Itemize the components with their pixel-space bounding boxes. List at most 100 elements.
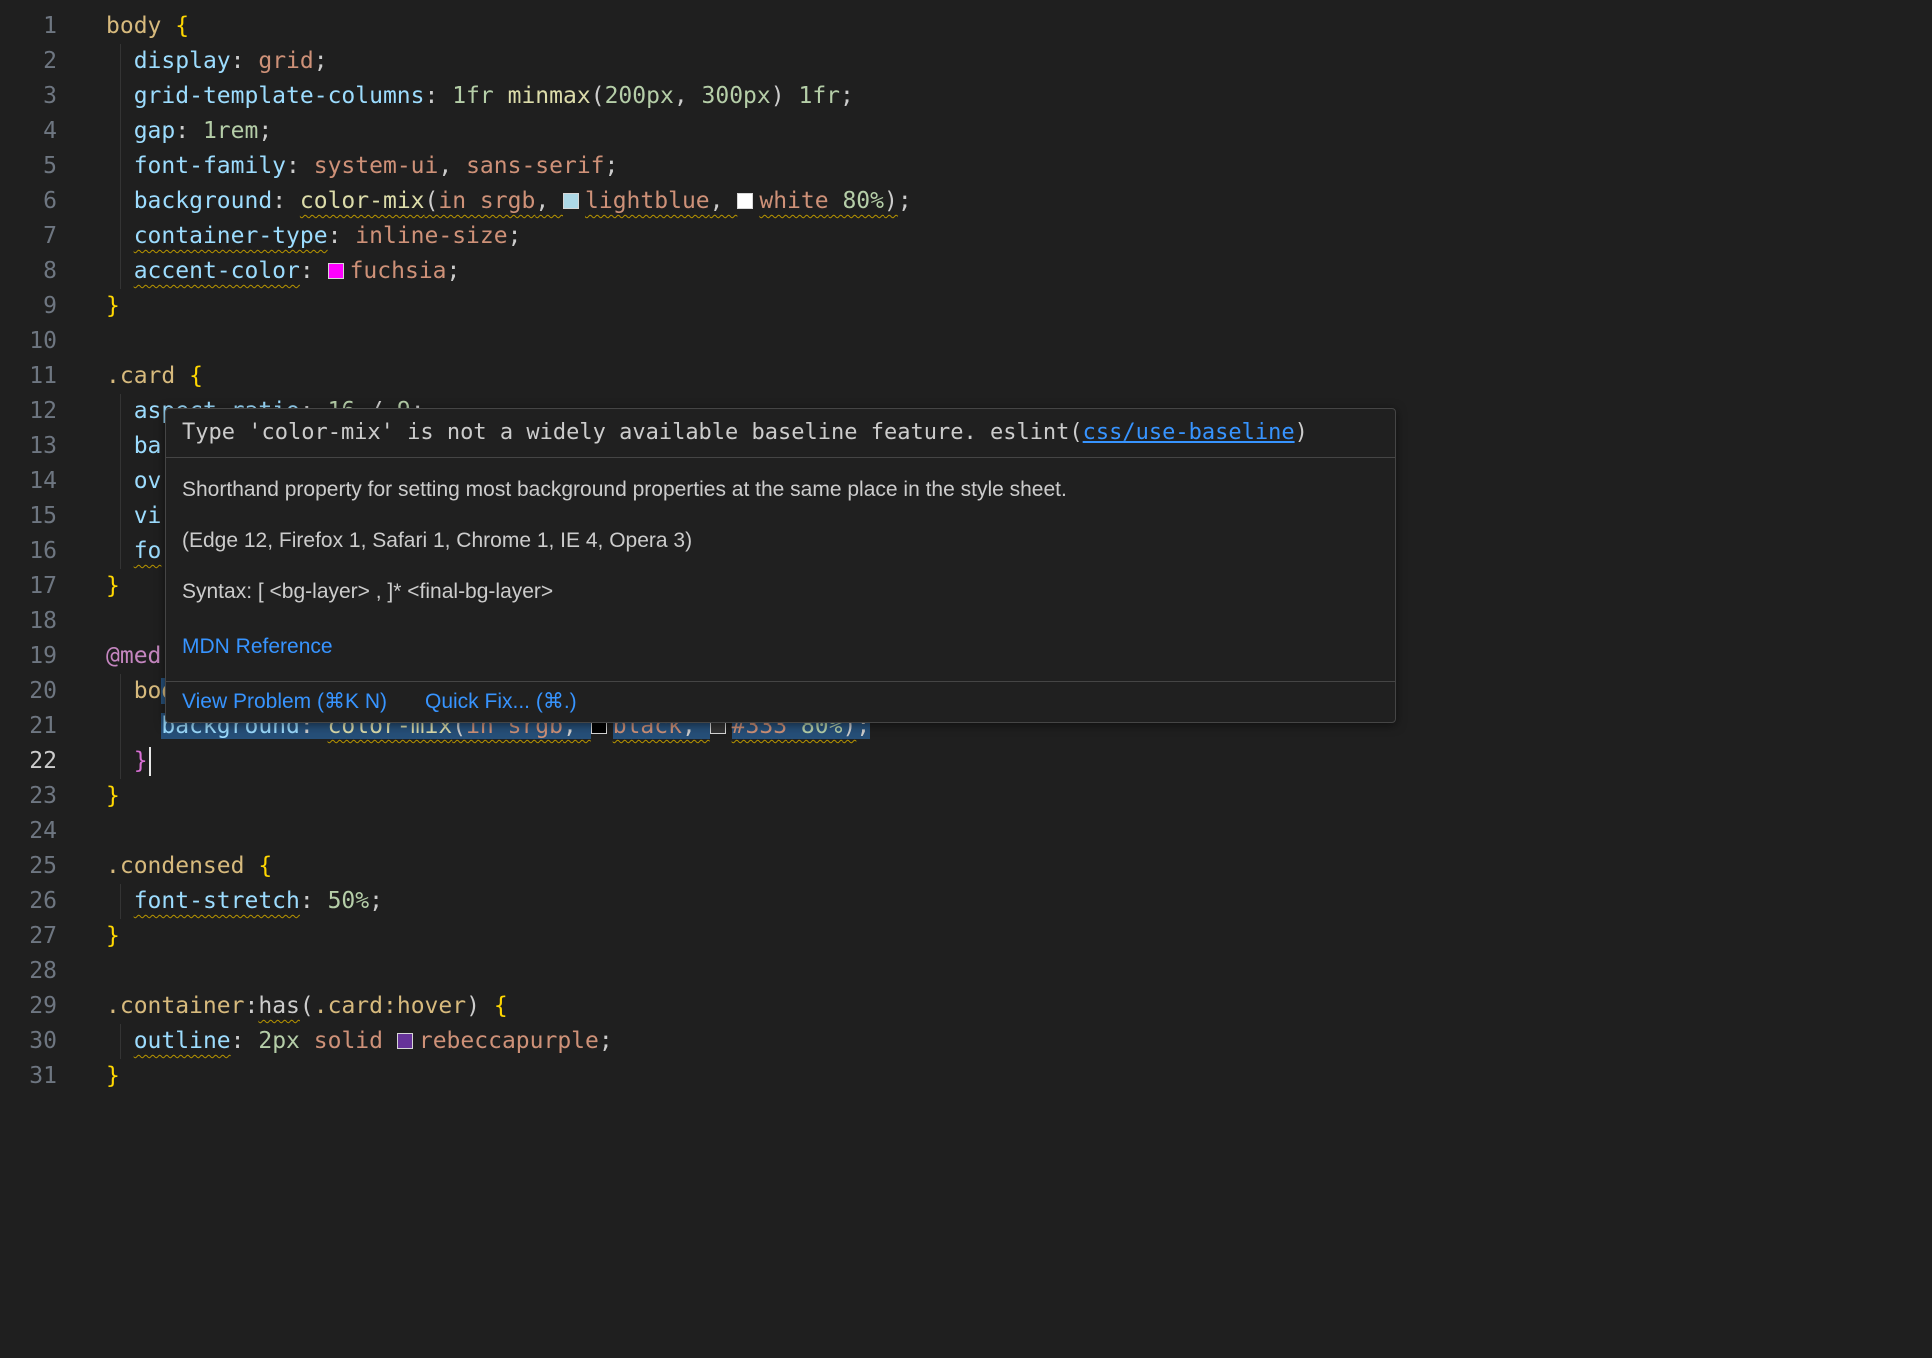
- code-token: in srgb: [438, 188, 535, 214]
- line-number[interactable]: 7: [0, 219, 57, 254]
- code-token: 80%: [842, 188, 884, 214]
- line-number[interactable]: 9: [0, 289, 57, 324]
- line-number[interactable]: 24: [0, 814, 57, 849]
- code-line[interactable]: 23}: [0, 779, 1932, 814]
- code-token: 1fr: [798, 83, 840, 109]
- code-text: display: grid;: [106, 48, 328, 74]
- line-number[interactable]: 6: [0, 184, 57, 219]
- line-number[interactable]: 28: [0, 954, 57, 989]
- code-token: [175, 363, 189, 389]
- code-line[interactable]: 27}: [0, 919, 1932, 954]
- line-number[interactable]: 23: [0, 779, 57, 814]
- code-line[interactable]: 4 gap: 1rem;: [0, 114, 1932, 149]
- code-text: }: [106, 923, 120, 949]
- line-number[interactable]: 27: [0, 919, 57, 954]
- line-number[interactable]: 15: [0, 499, 57, 534]
- line-number[interactable]: 4: [0, 114, 57, 149]
- code-line[interactable]: 26 font-stretch: 50%;: [0, 884, 1932, 919]
- code-line[interactable]: 29.container:has(.card:hover) {: [0, 989, 1932, 1024]
- code-line[interactable]: 28: [0, 954, 1932, 989]
- code-text: container-type: inline-size;: [106, 223, 521, 249]
- code-token: @med: [106, 643, 161, 669]
- code-token: :: [425, 83, 453, 109]
- line-number[interactable]: 3: [0, 79, 57, 114]
- line-number[interactable]: 25: [0, 849, 57, 884]
- code-text: }: [106, 293, 120, 319]
- code-token: }: [106, 1063, 120, 1089]
- code-token: ;: [898, 188, 912, 214]
- code-text: @med: [106, 643, 161, 669]
- code-line[interactable]: 25.condensed {: [0, 849, 1932, 884]
- view-problem-link[interactable]: View Problem (⌘K N): [182, 690, 387, 714]
- code-token: ;: [447, 258, 461, 284]
- code-line[interactable]: 11.card {: [0, 359, 1932, 394]
- code-token: ba: [134, 433, 162, 459]
- code-token: lightblue: [585, 188, 710, 214]
- code-token: [106, 118, 134, 144]
- color-swatch[interactable]: [737, 193, 753, 209]
- code-line[interactable]: 2 display: grid;: [0, 44, 1932, 79]
- line-number[interactable]: 31: [0, 1059, 57, 1094]
- code-line[interactable]: 30 outline: 2px solid rebeccapurple;: [0, 1024, 1932, 1059]
- color-swatch[interactable]: [397, 1033, 413, 1049]
- code-token: solid: [314, 1028, 383, 1054]
- code-line[interactable]: 31}: [0, 1059, 1932, 1094]
- line-number[interactable]: 21: [0, 709, 57, 744]
- line-number[interactable]: 11: [0, 359, 57, 394]
- code-line[interactable]: 9}: [0, 289, 1932, 324]
- code-line[interactable]: 1body {: [0, 9, 1932, 44]
- code-line[interactable]: 3 grid-template-columns: 1fr minmax(200p…: [0, 79, 1932, 114]
- code-token: font-stretch: [134, 888, 300, 914]
- line-number[interactable]: 22: [0, 744, 57, 779]
- line-number[interactable]: 2: [0, 44, 57, 79]
- line-number[interactable]: 8: [0, 254, 57, 289]
- code-line[interactable]: 22 }: [0, 744, 1932, 779]
- code-token: accent-color: [134, 258, 300, 284]
- code-token: {: [175, 13, 189, 39]
- line-number[interactable]: 18: [0, 604, 57, 639]
- line-number[interactable]: 26: [0, 884, 57, 919]
- line-number[interactable]: 19: [0, 639, 57, 674]
- code-token: ,: [674, 83, 702, 109]
- line-number[interactable]: 14: [0, 464, 57, 499]
- quick-fix-link[interactable]: Quick Fix... (⌘.): [425, 690, 577, 714]
- code-line[interactable]: 5 font-family: system-ui, sans-serif;: [0, 149, 1932, 184]
- code-line[interactable]: 10: [0, 324, 1932, 359]
- code-token: [244, 853, 258, 879]
- code-token: :: [300, 258, 328, 284]
- code-token: system-ui: [314, 153, 439, 179]
- line-number[interactable]: 10: [0, 324, 57, 359]
- line-number[interactable]: 29: [0, 989, 57, 1024]
- code-token: :: [231, 48, 259, 74]
- code-editor[interactable]: 1body {2 display: grid;3 grid-template-c…: [0, 0, 1932, 1358]
- code-token: ,: [710, 188, 738, 214]
- line-number[interactable]: 12: [0, 394, 57, 429]
- color-swatch[interactable]: [563, 193, 579, 209]
- code-token: [106, 223, 134, 249]
- code-line[interactable]: 6 background: color-mix(in srgb, lightbl…: [0, 184, 1932, 219]
- code-line[interactable]: 8 accent-color: fuchsia;: [0, 254, 1932, 289]
- code-line[interactable]: 24: [0, 814, 1932, 849]
- line-number[interactable]: 5: [0, 149, 57, 184]
- line-number[interactable]: 20: [0, 674, 57, 709]
- code-token: color-mix: [300, 188, 425, 214]
- code-token: white: [759, 188, 828, 214]
- eslint-rule-link[interactable]: css/use-baseline: [1083, 420, 1295, 445]
- code-token: display: [134, 48, 231, 74]
- docs-summary: Shorthand property for setting most back…: [182, 478, 1379, 502]
- line-number[interactable]: 13: [0, 429, 57, 464]
- code-token: grid: [258, 48, 313, 74]
- line-number[interactable]: 16: [0, 534, 57, 569]
- line-number[interactable]: 1: [0, 9, 57, 44]
- line-number[interactable]: 30: [0, 1024, 57, 1059]
- code-text: background: color-mix(in srgb, lightblue…: [106, 188, 912, 214]
- code-token: }: [106, 783, 120, 809]
- code-line[interactable]: 7 container-type: inline-size;: [0, 219, 1932, 254]
- code-token: (: [425, 188, 439, 214]
- code-text: outline: 2px solid rebeccapurple;: [106, 1028, 613, 1054]
- line-number[interactable]: 17: [0, 569, 57, 604]
- code-token: [300, 1028, 314, 1054]
- mdn-reference-link[interactable]: MDN Reference: [182, 635, 333, 659]
- color-swatch[interactable]: [328, 263, 344, 279]
- code-token: }: [106, 293, 120, 319]
